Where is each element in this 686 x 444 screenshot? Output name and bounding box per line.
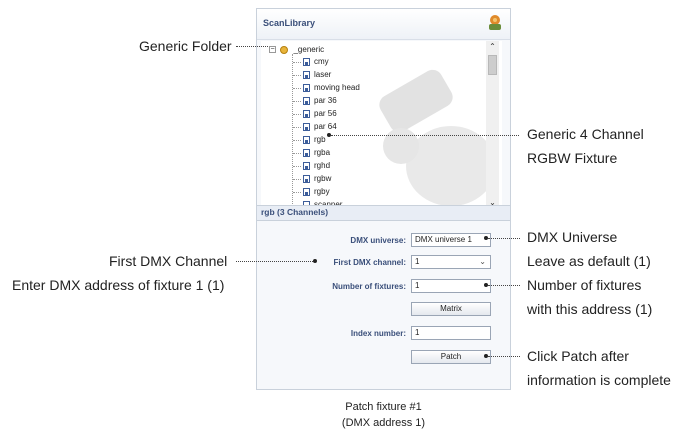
selection-status: rgb (3 Channels)	[257, 205, 510, 221]
marker-first-channel	[313, 259, 317, 263]
tree-connector	[293, 166, 301, 167]
matrix-button[interactable]: Matrix	[411, 302, 491, 316]
tree-item-label: par 56	[314, 109, 337, 118]
first-dmx-channel-value: 1	[415, 257, 420, 266]
caption-line1: Patch fixture #1	[345, 401, 422, 413]
tree-connector	[293, 153, 301, 154]
first-dmx-channel-select[interactable]: 1 ⌄	[411, 255, 491, 269]
tree-item[interactable]: rgby	[303, 186, 330, 198]
tree-connector	[293, 101, 301, 102]
fixture-icon	[303, 96, 310, 105]
first-dmx-channel-label: First DMX channel:	[333, 258, 406, 267]
tree-connector	[293, 62, 301, 63]
dmx-universe-label: DMX universe:	[350, 236, 406, 245]
tree-item[interactable]: par 64	[303, 121, 337, 133]
fixture-icon	[303, 174, 310, 183]
collapse-icon[interactable]: −	[269, 46, 276, 54]
dmx-universe-value: DMX universe 1	[415, 235, 472, 244]
tree-item[interactable]: moving head	[303, 82, 360, 94]
fixture-icon	[303, 70, 310, 79]
tree-item-label: rgb	[314, 135, 326, 144]
chevron-down-icon[interactable]: ⌄	[479, 256, 486, 268]
scroll-thumb[interactable]	[488, 55, 497, 75]
leader-patch	[488, 356, 520, 357]
tree-item-label: rgba	[314, 148, 331, 157]
leader-generic-fixture	[331, 135, 519, 136]
number-of-fixtures-input[interactable]: 1	[411, 279, 491, 293]
tree-connector	[293, 114, 301, 115]
tree-item[interactable]: cmy	[303, 56, 329, 68]
tree-connector	[293, 140, 301, 141]
tree-item-label: par 64	[314, 122, 337, 131]
callout-fixtures-line1: Number of fixtures	[527, 277, 642, 293]
tree-item-label: rgby	[314, 187, 330, 196]
fixture-icon	[303, 148, 310, 157]
callout-patch-line1: Click Patch after	[527, 348, 629, 364]
scan-library-panel: ScanLibrary − _generic cmy laser moving he…	[256, 8, 511, 390]
panel-header: ScanLibrary	[257, 9, 510, 40]
fixture-icon	[303, 83, 310, 92]
callout-generic-fixture-line2: RGBW Fixture	[527, 150, 618, 166]
fixture-icon	[303, 161, 310, 170]
tree-connector	[293, 192, 301, 193]
callout-dmx-universe-line1: DMX Universe	[527, 229, 618, 245]
fixture-icon	[303, 187, 310, 196]
tree-item-label: rgbw	[314, 174, 332, 183]
figure-caption: Patch fixture #1 (DMX address 1)	[256, 399, 511, 431]
caption-line2: (DMX address 1)	[341, 417, 426, 429]
callout-dmx-universe-line2: Leave as default (1)	[527, 253, 651, 269]
tree-connector	[292, 54, 293, 204]
tree-item[interactable]: rgbw	[303, 173, 331, 185]
tree-item[interactable]: par 36	[303, 95, 337, 107]
callout-generic-folder: Generic Folder	[139, 38, 232, 54]
tree-connector	[293, 75, 301, 76]
scroll-up-icon[interactable]: ⌃	[486, 41, 499, 53]
folder-label: _generic	[293, 45, 325, 54]
tree-item-label: moving head	[314, 83, 360, 92]
panel-title: ScanLibrary	[263, 18, 316, 28]
fixture-tree[interactable]: − _generic cmy laser moving head par 36 par …	[261, 41, 502, 211]
tree-item[interactable]: rghd	[303, 160, 330, 172]
callout-first-channel-line2: Enter DMX address of fixture 1 (1)	[12, 277, 225, 293]
tree-item-label: par 36	[314, 96, 337, 105]
callout-patch-line2: information is complete	[527, 372, 671, 388]
moving-head-watermark-icon	[379, 69, 496, 206]
tree-scrollbar[interactable]: ⌃ ⌄	[486, 41, 499, 211]
tree-item[interactable]: rgb	[303, 134, 326, 146]
leader-generic-folder	[236, 46, 268, 47]
callout-generic-fixture-line1: Generic 4 Channel	[527, 126, 644, 142]
index-number-input[interactable]: 1	[411, 326, 491, 340]
number-of-fixtures-value: 1	[415, 281, 420, 290]
library-icon[interactable]	[485, 13, 505, 33]
callout-first-channel-line1: First DMX Channel	[109, 253, 228, 269]
tree-item[interactable]: laser	[303, 69, 331, 81]
tree-connector	[293, 179, 301, 180]
leader-first-channel	[236, 261, 315, 262]
fixture-icon	[303, 122, 310, 131]
fixture-icon	[303, 57, 310, 66]
fixture-icon	[303, 109, 310, 118]
number-of-fixtures-label: Number of fixtures:	[332, 282, 406, 291]
index-number-value: 1	[415, 328, 420, 337]
tree-item-label: rghd	[314, 161, 331, 170]
tree-folder-generic[interactable]: − _generic	[269, 44, 324, 56]
dmx-universe-select[interactable]: DMX universe 1	[411, 233, 491, 247]
callout-fixtures-line2: with this address (1)	[527, 301, 653, 317]
patch-button[interactable]: Patch	[411, 350, 491, 364]
leader-fixtures	[488, 285, 520, 286]
tree-item[interactable]: par 56	[303, 108, 337, 120]
tree-item-label: laser	[314, 70, 332, 79]
selection-label: rgb (3 Channels)	[261, 207, 329, 217]
index-number-label: Index number:	[350, 329, 406, 338]
tree-item-label: cmy	[314, 57, 329, 66]
folder-icon	[280, 45, 289, 54]
tree-item[interactable]: rgba	[303, 147, 330, 159]
tree-connector	[293, 127, 301, 128]
fixture-icon	[303, 135, 310, 144]
leader-dmx-universe	[488, 238, 520, 239]
tree-connector	[293, 88, 301, 89]
